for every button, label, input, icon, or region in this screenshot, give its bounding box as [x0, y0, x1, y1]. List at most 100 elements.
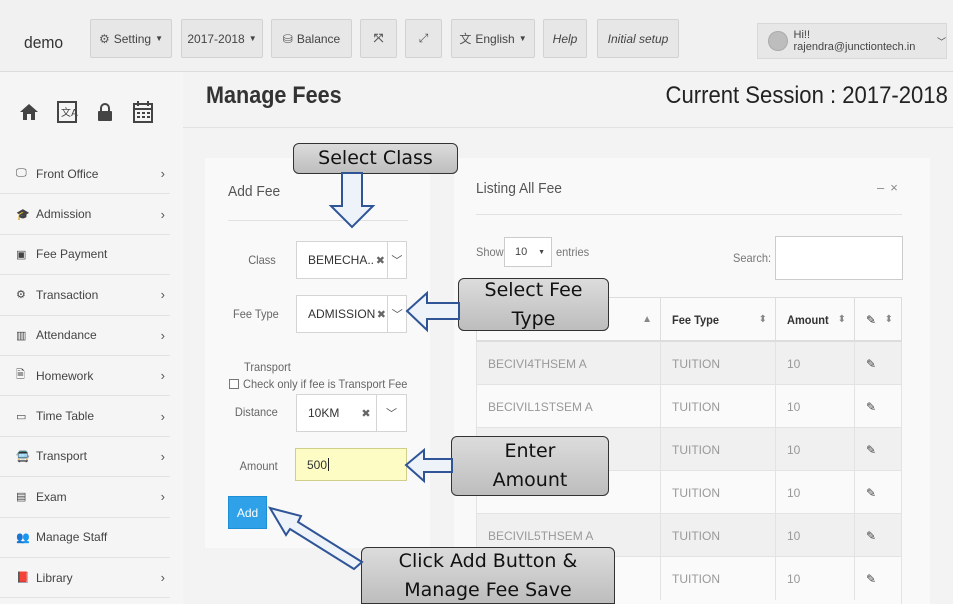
close-icon[interactable]: ×: [890, 180, 904, 195]
table-row: BECIVI4THSEM A TUITION 10 ✎: [476, 342, 902, 385]
sidebar-shortcuts: 文A: [0, 72, 183, 152]
arrow-left-icon: [405, 290, 460, 333]
table-row: BECIVIL1STSEM A TUITION 10 ✎: [476, 385, 902, 428]
bus-icon: 🚍: [16, 450, 30, 463]
callout-select-class: Select Class: [293, 143, 458, 174]
header-divider: [183, 127, 953, 128]
entries-select[interactable]: 10 ▼: [504, 237, 552, 267]
text-cursor: [328, 458, 330, 471]
show-label: Show: [476, 245, 504, 259]
sidebar-item-admission[interactable]: 🎓 Admission ›: [0, 194, 170, 235]
chevron-right-icon: ›: [160, 368, 165, 384]
clear-icon[interactable]: ✖: [375, 308, 387, 321]
callout-click-add: Click Add Button & Manage Fee Save: [361, 547, 615, 604]
translate-icon: 文: [459, 32, 472, 46]
expand-icon: ⤢: [418, 31, 429, 45]
sidebar-item-front-office[interactable]: 🖵 Front Office ›: [0, 154, 170, 195]
user-menu[interactable]: Hi!! rajendra@junctiontech.in ﹀: [757, 23, 947, 59]
lock-icon[interactable]: [90, 92, 120, 132]
graduation-cap-icon: 🎓: [16, 208, 30, 221]
fullscreen-button[interactable]: ⤢: [405, 19, 442, 58]
caret-down-icon: ▼: [155, 34, 164, 43]
initial-setup-button[interactable]: Initial setup: [597, 19, 679, 58]
chevron-down-icon[interactable]: ﹀: [376, 395, 406, 431]
brand-logo[interactable]: demo: [24, 33, 63, 53]
add-fee-title: Add Fee: [228, 183, 281, 200]
edit-icon[interactable]: ✎: [854, 557, 876, 600]
sidebar-item-attendance[interactable]: ▥ Attendance ›: [0, 316, 170, 356]
transport-checkbox[interactable]: [229, 379, 239, 389]
search-input[interactable]: [775, 236, 903, 280]
home-icon[interactable]: [14, 92, 44, 132]
column-amount[interactable]: Amount ⬍: [775, 298, 854, 341]
add-fee-panel: Add Fee: [205, 158, 430, 548]
sort-icon: ⬍: [837, 314, 846, 325]
balance-button[interactable]: ⛁ Balance: [271, 19, 352, 58]
sidebar-item-fee-payment[interactable]: ▣ Fee Payment: [0, 235, 170, 276]
chevron-right-icon: ›: [160, 166, 165, 182]
amount-label: Amount: [239, 459, 278, 473]
distance-label: Distance: [234, 405, 278, 419]
sidebar-item-library[interactable]: 📕 Library ›: [0, 558, 170, 599]
distance-select[interactable]: 10KM ✖ ﹀: [296, 394, 407, 432]
sidebar: 文A 🖵 Front Office › 🎓 Admission › ▣ Fee …: [0, 72, 183, 604]
help-button[interactable]: Help: [543, 19, 587, 58]
sidebar-item-transaction[interactable]: ⚙ Transaction ›: [0, 275, 170, 316]
sidebar-item-time-table[interactable]: ▭ Time Table ›: [0, 396, 170, 437]
chevron-down-icon[interactable]: ﹀: [386, 242, 406, 278]
translate-icon[interactable]: 文A: [52, 92, 82, 132]
chevron-down-icon[interactable]: ﹀: [387, 296, 406, 332]
calendar-icon: ▭: [16, 410, 27, 423]
add-button[interactable]: Add: [228, 496, 267, 529]
document-icon: 🗎: [16, 369, 25, 382]
caret-down-icon: ▼: [518, 34, 527, 43]
sidebar-item-homework[interactable]: 🗎 Homework ›: [0, 356, 170, 397]
compress-button[interactable]: ⤧: [360, 19, 397, 58]
arrow-left-icon: [404, 447, 453, 484]
fee-type-select[interactable]: ADMISSION ✖ ﹀: [296, 295, 407, 333]
callout-enter-amount: Enter Amount: [451, 436, 609, 496]
database-icon: ⛁: [282, 31, 293, 46]
year-button[interactable]: 2017-2018 ▼: [181, 19, 263, 58]
edit-icon[interactable]: ✎: [854, 428, 876, 471]
money-icon: ▣: [16, 248, 27, 261]
sort-asc-icon: ▲: [642, 314, 652, 325]
page-title: Manage Fees: [206, 82, 342, 109]
transport-checkbox-row: Check only if fee is Transport Fee: [229, 377, 422, 391]
caret-down-icon: ▼: [538, 248, 545, 256]
edit-icon[interactable]: ✎: [854, 514, 876, 557]
fee-type-label: Fee Type: [232, 307, 279, 321]
calendar-icon[interactable]: [128, 92, 158, 132]
chevron-right-icon: ›: [160, 206, 165, 222]
amount-input[interactable]: 500: [295, 448, 407, 481]
sidebar-item-manage-staff[interactable]: 👥 Manage Staff: [0, 518, 170, 558]
column-edit[interactable]: ✎ ⬍: [854, 298, 901, 341]
chevron-down-icon: ﹀: [936, 36, 946, 47]
clear-icon[interactable]: ✖: [374, 254, 387, 267]
avatar: [768, 31, 788, 51]
callout-select-fee-type: Select Fee Type: [458, 278, 609, 331]
transport-label: Transport: [244, 360, 291, 374]
sidebar-item-exam[interactable]: ▤ Exam ›: [0, 477, 170, 518]
clear-icon[interactable]: ✖: [356, 407, 376, 420]
panel-divider: [228, 220, 408, 221]
listing-title: Listing All Fee: [476, 180, 562, 197]
language-button[interactable]: 文 English ▼: [451, 19, 535, 58]
listing-divider: [476, 214, 902, 215]
edit-icon[interactable]: ✎: [854, 471, 876, 514]
column-fee-type[interactable]: Fee Type ⬍: [660, 298, 775, 341]
chevron-right-icon: ›: [160, 287, 165, 303]
sidebar-item-transport[interactable]: 🚍 Transport ›: [0, 437, 170, 478]
setting-button[interactable]: ⚙ Setting ▼: [90, 19, 172, 58]
minimize-icon[interactable]: –: [877, 180, 890, 195]
class-select[interactable]: BEMECHA.. ✖ ﹀: [296, 241, 407, 279]
sidebar-nav: 🖵 Front Office › 🎓 Admission › ▣ Fee Pay…: [0, 154, 170, 599]
panel-tools: –×: [877, 180, 904, 195]
edit-icon[interactable]: ✎: [854, 342, 876, 385]
arrow-diagonal-icon: [267, 506, 364, 571]
users-icon: 👥: [16, 531, 30, 544]
edit-icon[interactable]: ✎: [854, 385, 876, 428]
sort-icon: ⬍: [884, 314, 893, 325]
chevron-right-icon: ›: [160, 327, 165, 343]
caret-down-icon: ▼: [248, 34, 257, 43]
